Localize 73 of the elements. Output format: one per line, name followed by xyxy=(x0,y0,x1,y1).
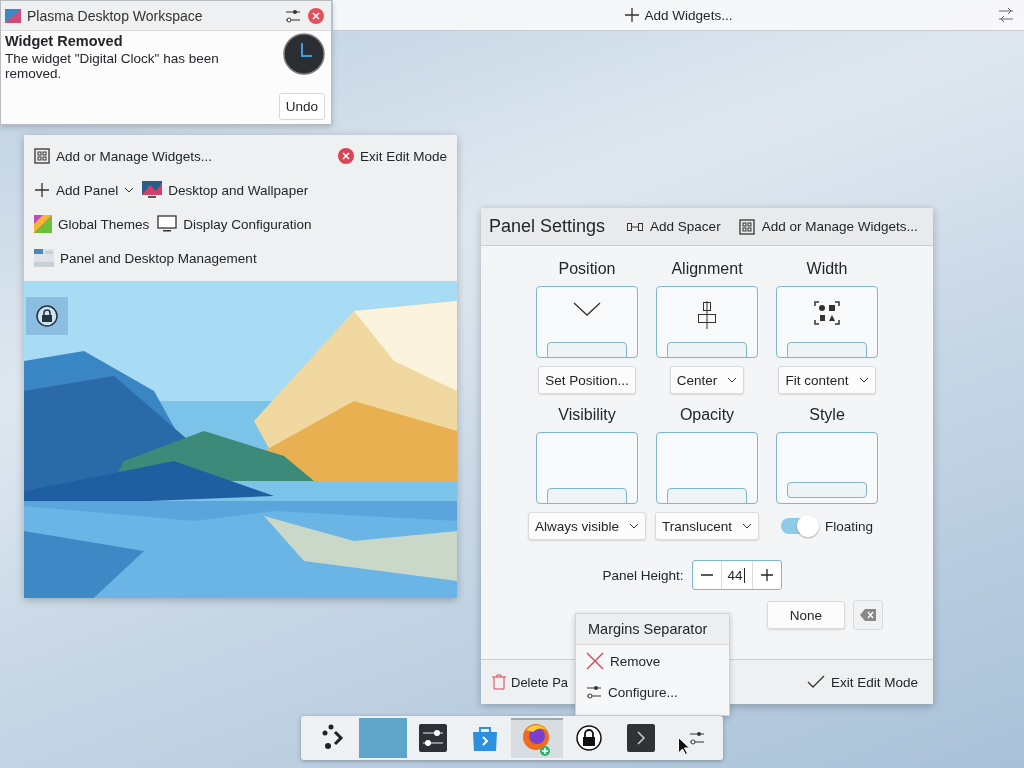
delete-panel-button[interactable]: Delete Pa xyxy=(489,671,572,693)
notification-title: Widget Removed xyxy=(5,33,124,49)
undo-button[interactable]: Undo xyxy=(278,93,325,120)
plus-icon xyxy=(34,182,50,198)
trash-icon xyxy=(492,674,506,690)
plus-icon xyxy=(624,8,639,22)
close-icon xyxy=(307,6,325,25)
toolbar-button[interactable]: Desktop and Wallpaper xyxy=(140,177,311,203)
app-icon xyxy=(5,8,21,23)
toolbar-button[interactable]: Panel and Desktop Management xyxy=(32,245,259,271)
option-label: Style xyxy=(809,406,845,424)
exit-edit-mode-button[interactable]: Exit Edit Mode xyxy=(803,671,921,693)
caret-icon xyxy=(629,523,639,529)
toolbar-button[interactable]: Global Themes xyxy=(32,211,152,237)
caret-icon xyxy=(858,377,869,383)
caret-icon xyxy=(727,377,738,383)
fit-content-icon xyxy=(814,301,840,325)
dropdown[interactable]: Fit content xyxy=(778,366,876,394)
option-label: Opacity xyxy=(679,406,735,424)
cross-icon xyxy=(586,652,604,670)
check-icon xyxy=(806,675,825,689)
caret-icon xyxy=(124,187,135,193)
option-label: Width xyxy=(806,260,848,278)
chevron-down-icon xyxy=(573,301,601,317)
toolbar-button[interactable]: Display Configuration xyxy=(155,211,314,237)
toolbar-button[interactable]: Add or Manage Widgets... xyxy=(736,215,920,238)
clock-icon xyxy=(283,33,325,75)
monitor-icon xyxy=(142,181,163,199)
set-position-button[interactable]: Set Position... xyxy=(538,366,636,394)
field-label: Panel Height: xyxy=(602,567,684,583)
display-icon xyxy=(157,215,178,233)
shortcut-button[interactable]: None xyxy=(767,601,845,629)
sliders-app-icon xyxy=(419,724,447,752)
dialog-title: Panel Settings xyxy=(489,216,606,237)
close-icon xyxy=(337,148,354,164)
lock-icon xyxy=(36,305,58,327)
panels-icon xyxy=(34,249,54,267)
toolbar-button[interactable]: Add Panel xyxy=(32,178,137,202)
add-widgets-button[interactable]: Add Widgets... xyxy=(618,3,739,27)
spinbox-value: 44 xyxy=(720,561,753,589)
dropdown[interactable]: Center xyxy=(669,366,745,394)
option-label: Alignment xyxy=(671,260,743,278)
spacer-icon xyxy=(627,221,644,232)
dropdown[interactable]: Always visible xyxy=(528,512,646,540)
toolbar-button[interactable]: Add Spacer xyxy=(625,216,723,237)
option-label: Visibility xyxy=(558,406,616,424)
sliders-icon xyxy=(586,684,602,700)
terminal-icon xyxy=(627,724,655,752)
notification-message: The widget "Digital Clock" has been removed. xyxy=(5,51,220,81)
notification-app-name: Plasma Desktop Workspace xyxy=(27,7,204,24)
backspace-icon xyxy=(860,609,876,621)
option-label: Position xyxy=(558,260,616,278)
floating-switch[interactable]: Floating xyxy=(781,512,873,540)
grid-icon xyxy=(738,218,755,235)
palette-icon xyxy=(34,215,52,233)
toolbar-button[interactable]: Exit Edit Mode xyxy=(335,144,449,168)
clear-button[interactable] xyxy=(853,600,883,630)
menu-title: Margins Separator xyxy=(576,614,729,645)
caret-icon xyxy=(742,523,752,529)
grid-icon xyxy=(34,148,50,164)
plus-icon xyxy=(760,569,773,581)
menu-item[interactable]: Configure... xyxy=(576,677,729,707)
align-center-icon xyxy=(697,301,717,329)
settings-icon xyxy=(285,7,301,24)
lock-icon xyxy=(576,725,602,751)
shopping-bag-icon xyxy=(471,724,499,752)
option-preview[interactable] xyxy=(776,286,878,358)
height-spinbox[interactable]: 44 xyxy=(691,560,782,590)
dropdown[interactable]: Translucent xyxy=(655,512,759,540)
menu-item[interactable]: Remove xyxy=(576,645,729,677)
cursor-icon xyxy=(678,737,690,755)
desktop-icon[interactable] xyxy=(26,297,68,335)
toolbar-button[interactable]: Add or Manage Widgets... xyxy=(32,144,215,168)
